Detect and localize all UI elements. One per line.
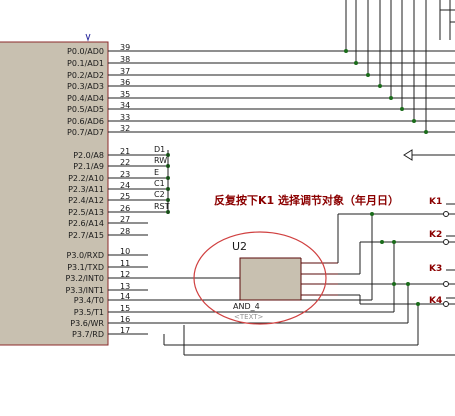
- pin-p0-1[interactable]: P0.1/AD1 38: [67, 55, 356, 68]
- pin-label: P3.3/INT1: [65, 286, 104, 295]
- port-p2-group: P2.0/A8 21 D1 P2.1/A9 22 RW P2.2/A10 23 E P2.3…: [68, 145, 170, 240]
- pin-label: P3.7/RD: [72, 330, 104, 339]
- mcu-top-marker: [85, 33, 91, 42]
- pin-label: P2.2/A10: [68, 174, 104, 183]
- pin-label: P0.2/AD2: [67, 71, 104, 80]
- net-label: C2: [154, 190, 165, 199]
- net-label: RST: [154, 202, 170, 211]
- pin-p0-0[interactable]: P0.0/AD0 39: [67, 43, 346, 56]
- pin-label: P0.5/AD5: [67, 105, 104, 114]
- pin-label: P0.3/AD3: [67, 82, 104, 91]
- annotation-text: 反复按下K1 选择调节对象（年月日）: [214, 193, 399, 207]
- pin-p0-2[interactable]: P0.2/AD2 37: [67, 67, 368, 80]
- pin-p0-5[interactable]: P0.5/AD5 34: [67, 101, 402, 114]
- net-label: C1: [154, 179, 165, 188]
- pin-label: P3.2/INT0: [65, 274, 104, 283]
- pin-label: P2.1/A9: [73, 162, 104, 171]
- port-p0-group: P0.0/AD0 39 P0.1/AD1 38 P0.2/AD2 37 P0.3/AD…: [67, 43, 426, 137]
- pin-label: P3.1/TXD: [67, 263, 104, 272]
- pin-label: P2.6/A14: [68, 219, 104, 228]
- pin-label: P0.6/AD6: [67, 117, 104, 126]
- pin-label: P3.5/T1: [74, 308, 104, 317]
- key-k3[interactable]: K3: [429, 264, 455, 287]
- key-label: K2: [429, 230, 442, 240]
- net-label: E: [154, 168, 159, 177]
- key-k4[interactable]: K4: [429, 296, 455, 307]
- pin-label: P2.0/A8: [73, 151, 104, 160]
- and-gate-u2[interactable]: U2 AND_4 <TEXT>: [232, 240, 338, 321]
- pin-label: P0.0/AD0: [67, 47, 104, 56]
- pin-label: P3.6/WR: [70, 319, 104, 328]
- key-label: K1: [429, 197, 442, 207]
- pin-p0-3[interactable]: P0.3/AD3 36: [67, 78, 380, 91]
- gate-text-placeholder: <TEXT>: [234, 313, 264, 321]
- pin-label: P0.7/AD7: [67, 128, 104, 137]
- pin-label: P2.7/A15: [68, 231, 104, 240]
- pin-label: P0.1/AD1: [67, 59, 104, 68]
- port-p3-group: P3.0/RXD 10 P3.1/TXD 11 P3.2/INT0 12 P3.3/I…: [65, 247, 408, 339]
- pin-label: P2.5/A13: [68, 208, 104, 217]
- pin-label: P3.0/RXD: [67, 251, 104, 260]
- key-label: K3: [429, 264, 442, 274]
- pin-label: P3.4/T0: [74, 296, 104, 305]
- net-label: RW: [154, 156, 167, 165]
- pin-label: P0.4/AD4: [67, 94, 104, 103]
- gate-ref-label: U2: [232, 240, 247, 253]
- key-label: K4: [429, 296, 442, 306]
- pin-p0-7[interactable]: P0.7/AD7 32: [67, 124, 426, 137]
- pin-label: P2.4/A12: [68, 196, 104, 205]
- schematic: P0.0/AD0 39 P0.1/AD1 38 P0.2/AD2 37 P0.3/AD…: [0, 0, 455, 356]
- pin-p3-4[interactable]: P3.4/T0 14: [74, 292, 372, 305]
- p0-bus-lines: [344, 0, 455, 134]
- pin-p0-4[interactable]: P0.4/AD4 35: [67, 90, 391, 103]
- gate-type-label: AND_4: [233, 302, 260, 311]
- schematic-canvas: P0.0/AD0 39 P0.1/AD1 38 P0.2/AD2 37 P0.3/AD…: [0, 0, 455, 416]
- pin-label: P2.3/A11: [68, 185, 104, 194]
- net-label: D1: [154, 145, 165, 154]
- bus-arrow: [403, 149, 455, 161]
